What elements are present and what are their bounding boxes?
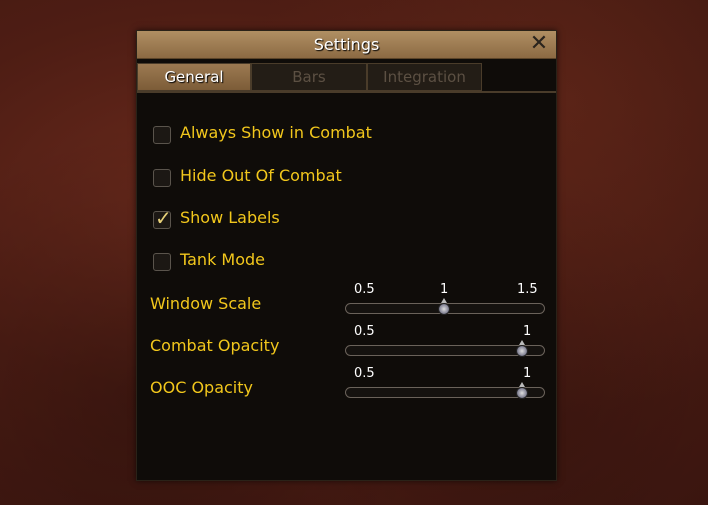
slider-label-combat-opacity: Combat Opacity	[150, 336, 280, 355]
tab-general[interactable]: General	[137, 63, 251, 91]
slider-min-label: 0.5	[354, 324, 375, 339]
slider-max-label: 1	[523, 324, 532, 339]
tab-integration[interactable]: Integration	[367, 63, 482, 91]
window-scale-slider[interactable]	[345, 298, 545, 315]
checkbox[interactable]: ✓	[153, 206, 172, 230]
combat-opacity-slider[interactable]	[345, 340, 545, 357]
option-label: Hide Out Of Combat	[180, 166, 342, 185]
checkmark-icon: ✓	[155, 206, 172, 230]
slider-min-label: 0.5	[354, 366, 375, 381]
option-label: Show Labels	[180, 208, 280, 227]
tab-bar: General Bars Integration	[137, 63, 556, 93]
slider-label-ooc-opacity: OOC Opacity	[150, 378, 253, 397]
checkbox[interactable]	[153, 169, 171, 187]
slider-thumb[interactable]	[438, 303, 450, 315]
title-bar[interactable]: Settings ✕	[137, 31, 556, 59]
option-label: Tank Mode	[180, 250, 266, 269]
checkbox[interactable]	[153, 126, 171, 144]
close-icon[interactable]: ✕	[528, 33, 550, 55]
slider-min-label: 0.5	[354, 282, 375, 297]
ooc-opacity-slider[interactable]	[345, 382, 545, 399]
settings-window: Settings ✕ General Bars Integration Alwa…	[136, 30, 557, 481]
tab-bars[interactable]: Bars	[251, 63, 367, 91]
slider-thumb[interactable]	[516, 345, 528, 357]
slider-max-label: 1	[523, 366, 532, 381]
option-label: Always Show in Combat	[180, 123, 372, 142]
slider-thumb[interactable]	[516, 387, 528, 399]
checkbox[interactable]	[153, 253, 171, 271]
slider-max-label: 1.5	[517, 282, 538, 297]
window-title: Settings	[313, 35, 380, 54]
slider-mid-label: 1	[440, 282, 449, 297]
slider-label-window-scale: Window Scale	[150, 294, 262, 313]
